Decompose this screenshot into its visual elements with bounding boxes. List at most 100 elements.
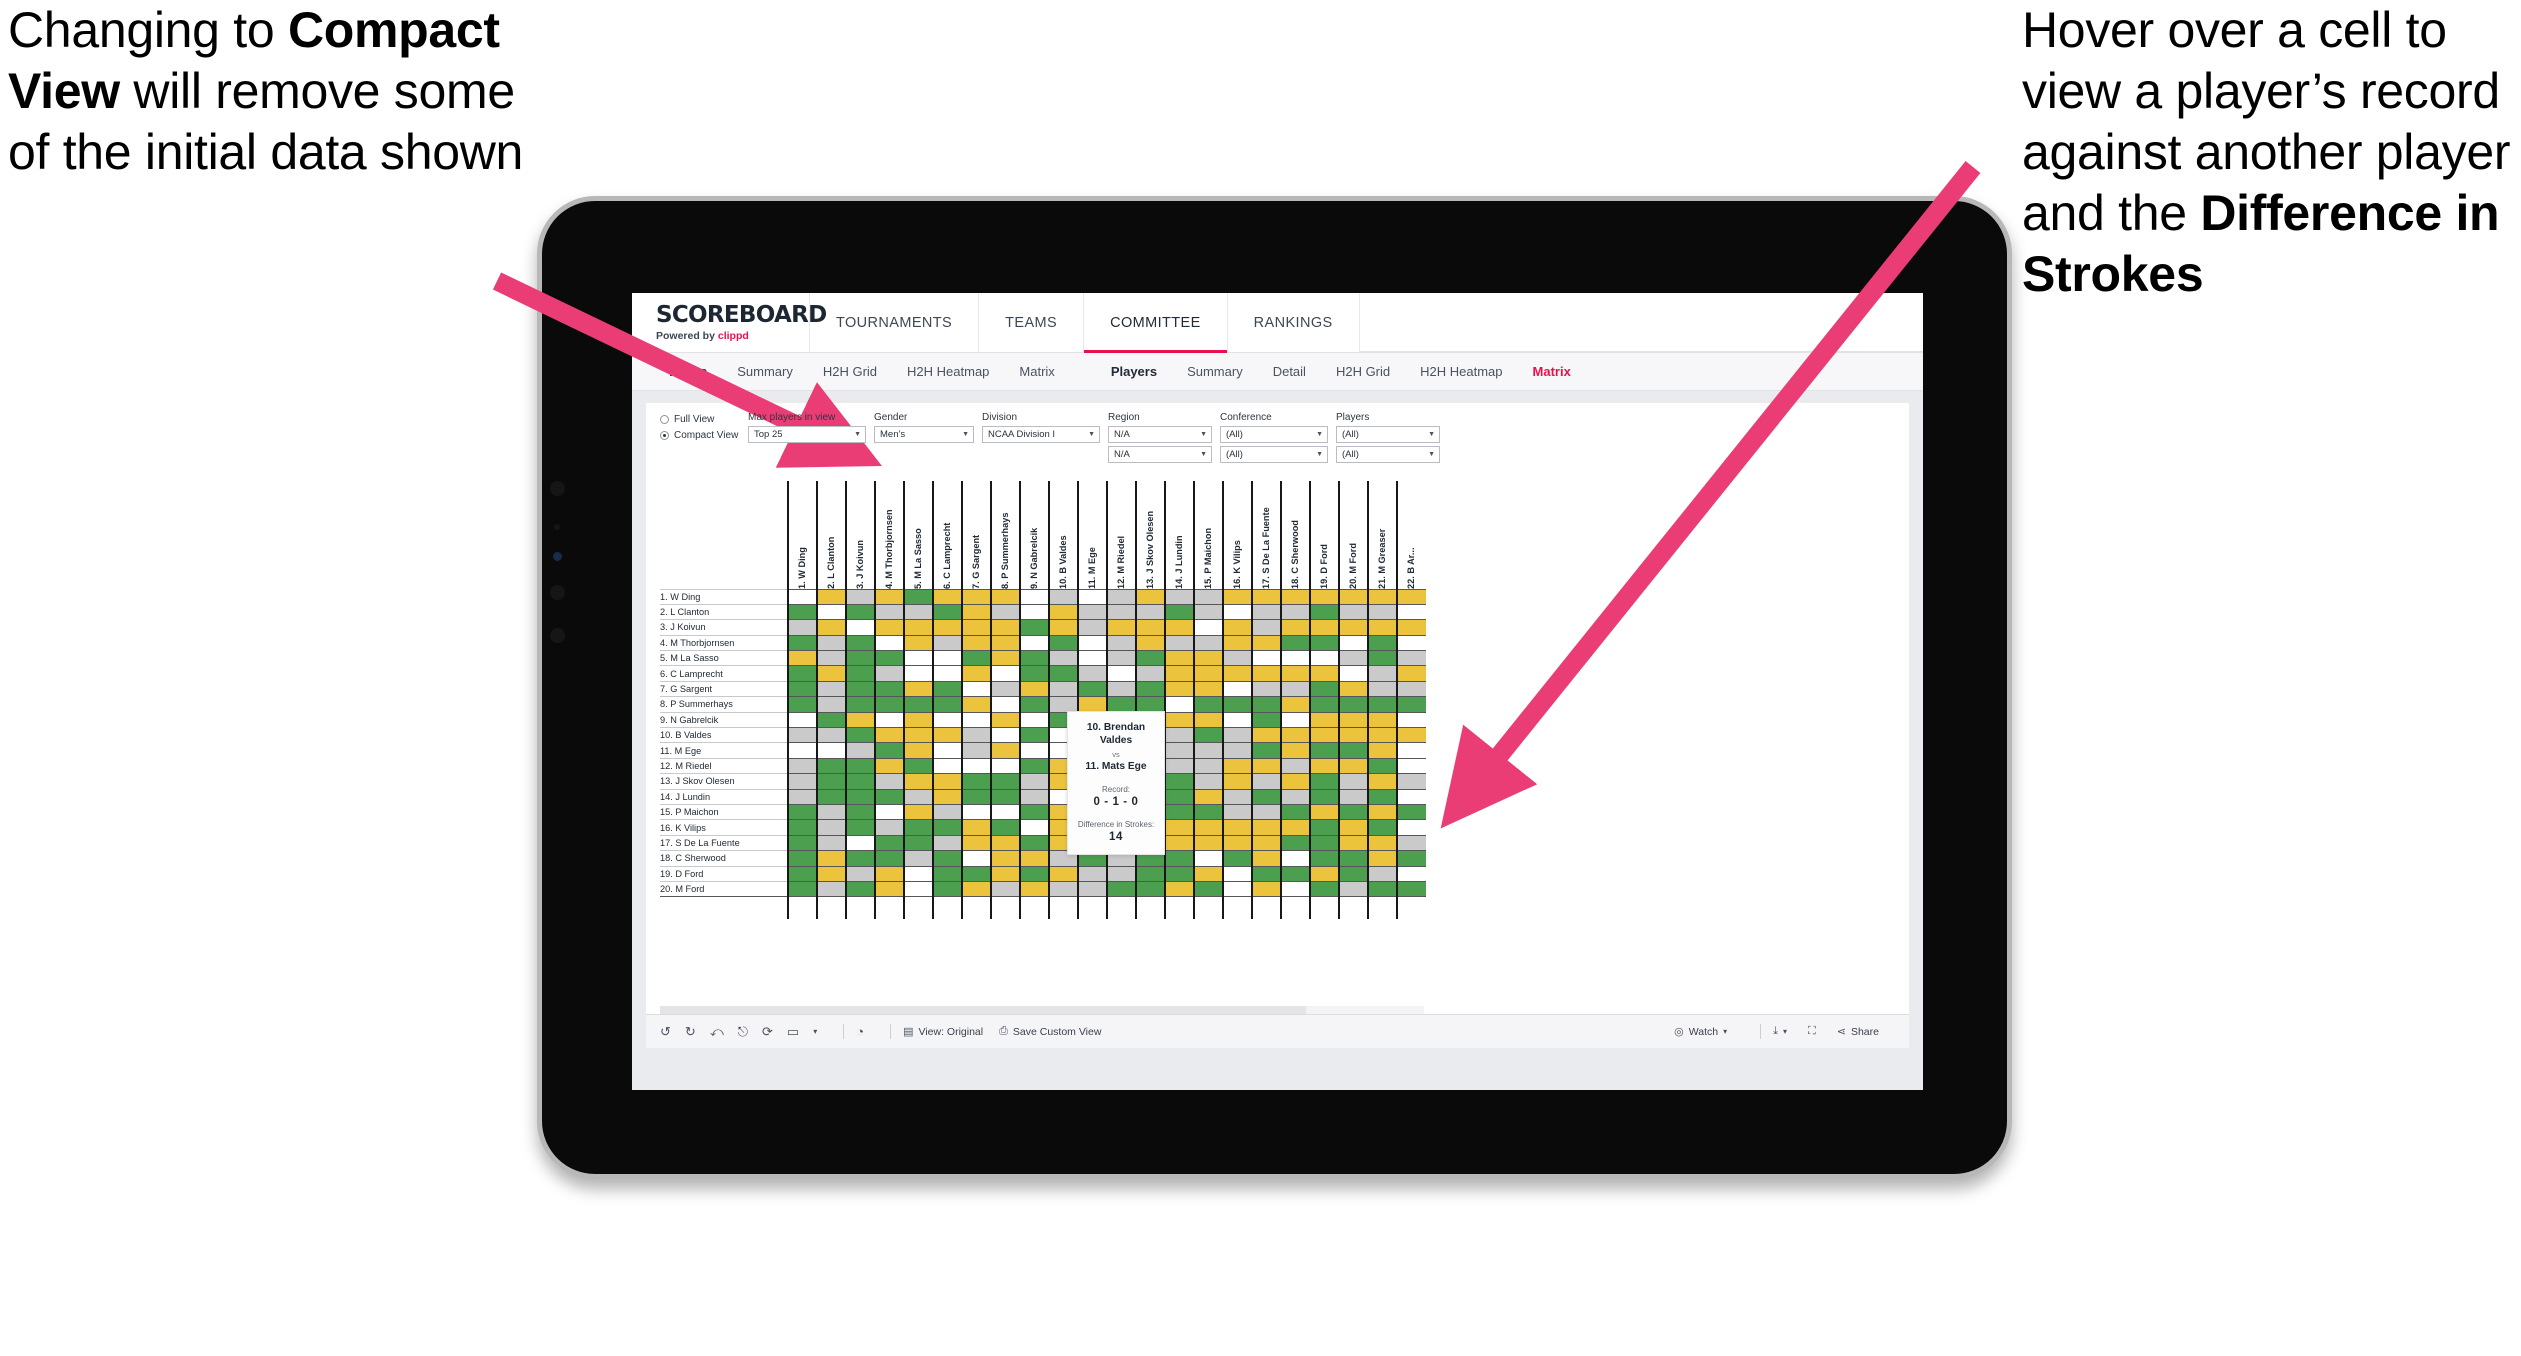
matrix-cell[interactable] [1193, 803, 1223, 821]
matrix-cell[interactable] [1396, 650, 1426, 667]
matrix-cell[interactable] [1193, 727, 1223, 744]
matrix-cell[interactable] [1367, 711, 1397, 729]
matrix-cell[interactable] [874, 619, 904, 636]
matrix-cell[interactable] [787, 773, 817, 790]
matrix-cell[interactable] [961, 742, 991, 759]
matrix-cell[interactable] [1396, 865, 1426, 882]
matrix-cell[interactable] [990, 650, 1020, 667]
stop-icon[interactable]: ▭ [787, 1025, 799, 1038]
matrix-cell[interactable] [874, 603, 904, 621]
matrix-cell[interactable] [787, 696, 817, 713]
matrix-cell[interactable] [1251, 773, 1281, 790]
matrix-column-header[interactable]: 20. M Ford [1338, 481, 1368, 589]
matrix-cell[interactable] [1077, 880, 1107, 898]
matrix-column-header[interactable]: 22. B Ar... [1396, 481, 1426, 589]
matrix-cell[interactable] [990, 850, 1020, 867]
matrix-cell[interactable] [1193, 850, 1223, 867]
matrix-cell[interactable] [990, 865, 1020, 882]
subnav-players-detail[interactable]: Detail [1258, 364, 1321, 379]
matrix-cell[interactable] [1338, 773, 1368, 790]
matrix-cell[interactable] [1338, 834, 1368, 852]
subnav-players-matrix[interactable]: Matrix [1518, 364, 1586, 379]
matrix-cell[interactable] [1164, 865, 1194, 882]
matrix-cell[interactable] [1019, 803, 1049, 821]
matrix-cell[interactable] [961, 650, 991, 667]
matrix-row-label[interactable]: 9. N Gabrelcik [660, 711, 788, 728]
subnav-teams-group[interactable]: Teams [652, 364, 722, 379]
filter-players-select-2[interactable]: (All) ▼ [1336, 446, 1440, 463]
matrix-cell[interactable] [1367, 773, 1397, 790]
matrix-cell[interactable] [1164, 803, 1194, 821]
matrix-cell[interactable] [1338, 727, 1368, 744]
subnav-teams-h2h-grid[interactable]: H2H Grid [808, 364, 892, 379]
matrix-row-label[interactable]: 4. M Thorbjornsen [660, 634, 788, 651]
matrix-cell[interactable] [1338, 619, 1368, 636]
matrix-cell[interactable] [787, 634, 817, 652]
matrix-cell[interactable] [874, 850, 904, 867]
matrix-column-header[interactable]: 11. M Ege [1077, 481, 1107, 589]
matrix-cell[interactable] [932, 773, 962, 790]
matrix-cell[interactable] [787, 742, 817, 759]
matrix-cell[interactable] [1396, 680, 1426, 698]
matrix-cell[interactable] [1338, 650, 1368, 667]
matrix-cell[interactable] [990, 819, 1020, 836]
matrix-cell[interactable] [990, 880, 1020, 898]
matrix-cell[interactable] [1280, 757, 1310, 775]
matrix-cell[interactable] [845, 680, 875, 698]
matrix-cell[interactable] [816, 757, 846, 775]
matrix-cell[interactable] [1222, 834, 1252, 852]
matrix-cell[interactable] [1019, 634, 1049, 652]
matrix-cell[interactable] [1280, 803, 1310, 821]
matrix-row-label[interactable]: 12. M Riedel [660, 757, 788, 774]
matrix-cell[interactable] [874, 757, 904, 775]
matrix-cell[interactable] [1048, 865, 1078, 882]
redo-icon[interactable]: ↻ [685, 1025, 696, 1038]
refresh-icon[interactable]: ⟳ [762, 1025, 773, 1038]
matrix-cell[interactable] [1048, 588, 1078, 605]
matrix-cell[interactable] [1280, 680, 1310, 698]
matrix-cell[interactable] [1280, 650, 1310, 667]
matrix-cell[interactable] [990, 742, 1020, 759]
matrix-cell[interactable] [1193, 834, 1223, 852]
matrix-cell[interactable] [903, 742, 933, 759]
matrix-cell[interactable] [1106, 634, 1136, 652]
matrix-cell[interactable] [1396, 588, 1426, 605]
matrix-row-label[interactable]: 7. G Sargent [660, 680, 788, 697]
matrix-cell[interactable] [1222, 788, 1252, 805]
matrix-cell[interactable] [1396, 803, 1426, 821]
matrix-column-header[interactable]: 17. S De La Fuente [1251, 481, 1281, 589]
matrix-cell[interactable] [932, 834, 962, 852]
matrix-cell[interactable] [1222, 819, 1252, 836]
matrix-cell[interactable] [1338, 865, 1368, 882]
matrix-cell[interactable] [1135, 880, 1165, 898]
matrix-cell[interactable] [1048, 680, 1078, 698]
matrix-cell[interactable] [1309, 619, 1339, 636]
matrix-cell[interactable] [787, 650, 817, 667]
matrix-cell[interactable] [1019, 665, 1049, 682]
matrix-cell[interactable] [1251, 803, 1281, 821]
matrix-cell[interactable] [903, 619, 933, 636]
matrix-cell[interactable] [1164, 880, 1194, 898]
matrix-cell[interactable] [1135, 650, 1165, 667]
matrix-cell[interactable] [1164, 680, 1194, 698]
matrix-cell[interactable] [874, 788, 904, 805]
matrix-cell[interactable] [787, 757, 817, 775]
matrix-cell[interactable] [1280, 711, 1310, 729]
matrix-cell[interactable] [816, 696, 846, 713]
radio-compact-view-mark[interactable] [660, 431, 669, 440]
matrix-cell[interactable] [874, 711, 904, 729]
matrix-cell[interactable] [845, 742, 875, 759]
matrix-cell[interactable] [1367, 880, 1397, 898]
matrix-cell[interactable] [1396, 788, 1426, 805]
matrix-cell[interactable] [1280, 880, 1310, 898]
matrix-cell[interactable] [1309, 773, 1339, 790]
matrix-cell[interactable] [1135, 603, 1165, 621]
matrix-cell[interactable] [1135, 619, 1165, 636]
matrix-cell[interactable] [1164, 711, 1194, 729]
matrix-cell[interactable] [1048, 650, 1078, 667]
subnav-players-h2h-grid[interactable]: H2H Grid [1321, 364, 1405, 379]
matrix-cell[interactable] [1193, 650, 1223, 667]
matrix-cell[interactable] [1193, 788, 1223, 805]
matrix-cell[interactable] [1164, 619, 1194, 636]
matrix-cell[interactable] [874, 742, 904, 759]
